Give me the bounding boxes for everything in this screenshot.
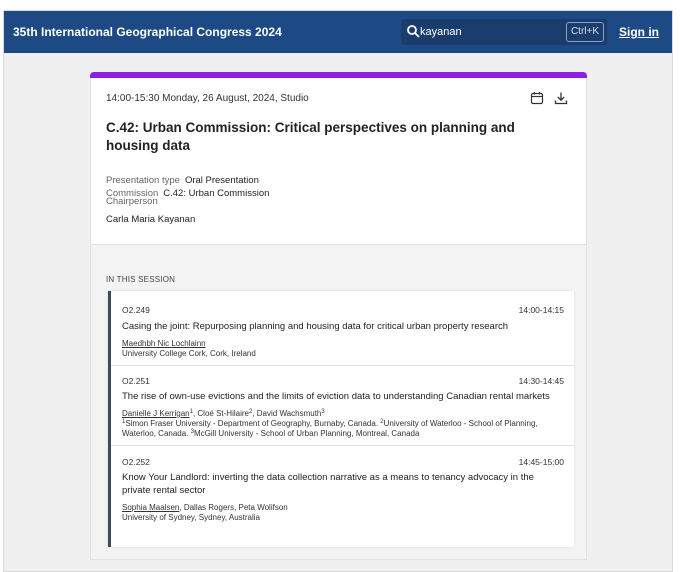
paper-title[interactable]: Casing the joint: Repurposing planning a… (122, 320, 562, 333)
presentation-type-label: Presentation type (106, 175, 180, 186)
presentation-type-row: Presentation type Oral Presentation (106, 175, 259, 186)
site-title[interactable]: 35th International Geographical Congress… (13, 25, 282, 39)
session-paper-list: O2.249 14:00-14:15 Casing the joint: Rep… (108, 291, 574, 547)
commission-value: C.42: Urban Commission (163, 188, 270, 199)
coauthor-names: , Dallas Rogers, Peta Wolifson (179, 503, 288, 512)
presenter-name[interactable]: Sophia Maalsen (122, 503, 179, 512)
author-name: David Wachsmuth (256, 409, 322, 418)
search-icon (407, 25, 420, 38)
chairperson-name: Carla Maria Kayanan (106, 214, 196, 225)
session-card: 14:00-15:30 Monday, 26 August, 2024, Stu… (90, 72, 587, 560)
presenter-name[interactable]: Maedhbh Nic Lochlainn (122, 339, 206, 348)
affiliation-marker: 3 (321, 409, 325, 415)
paper-authors: Sophia Maalsen, Dallas Rogers, Peta Woli… (122, 503, 562, 513)
affiliation-text: McGill University - School of Urban Plan… (193, 429, 420, 438)
paper-title[interactable]: The rise of own-use evictions and the li… (122, 390, 562, 403)
paper-code: O2.252 (122, 457, 150, 467)
sign-in-link[interactable]: Sign in (619, 25, 659, 39)
chairperson-label: Chairperson (106, 196, 158, 207)
calendar-icon[interactable] (530, 91, 544, 105)
affiliation-text: Simon Fraser University - Department of … (125, 419, 379, 428)
paper-item[interactable]: O2.252 14:45-15:00 Know Your Landlord: i… (111, 446, 574, 547)
top-bar: 35th International Geographical Congress… (4, 11, 672, 53)
paper-time: 14:45-15:00 (518, 457, 564, 467)
paper-code: O2.249 (122, 305, 150, 315)
paper-time: 14:00-14:15 (518, 305, 564, 315)
paper-item[interactable]: O2.251 14:30-14:45 The rise of own-use e… (111, 366, 574, 446)
paper-title[interactable]: Know Your Landlord: inverting the data c… (122, 471, 562, 497)
search-shortcut-badge: Ctrl+K (565, 22, 604, 42)
in-this-session-heading: IN THIS SESSION (106, 275, 176, 284)
paper-item[interactable]: O2.249 14:00-14:15 Casing the joint: Rep… (111, 291, 574, 366)
search-box[interactable]: Ctrl+K (401, 19, 607, 45)
session-datetime: 14:00-15:30 Monday, 26 August, 2024, Stu… (106, 93, 309, 104)
affiliation-marker: 1 (189, 409, 193, 415)
search-input[interactable] (420, 24, 560, 40)
paper-affiliation: University College Cork, Cork, Ireland (122, 349, 256, 358)
paper-authors: Maedhbh Nic Lochlainn (122, 339, 562, 349)
paper-authors: Danielle J Kerrigan1, Cloé St-Hilaire2, … (122, 409, 325, 418)
paper-time: 14:30-14:45 (518, 376, 564, 386)
author-name: Cloé St-Hilaire (197, 409, 249, 418)
paper-affiliation: 1Simon Fraser University - Department of… (122, 419, 562, 439)
session-title: C.42: Urban Commission: Critical perspec… (106, 120, 515, 153)
presentation-type-value: Oral Presentation (184, 175, 259, 186)
download-icon[interactable] (554, 91, 568, 105)
session-header: 14:00-15:30 Monday, 26 August, 2024, Stu… (91, 78, 586, 245)
paper-affiliation: University of Sydney, Sydney, Australia (122, 513, 260, 522)
paper-code: O2.251 (122, 376, 150, 386)
app-frame: 35th International Geographical Congress… (3, 10, 673, 572)
presenter-name[interactable]: Danielle J Kerrigan (122, 409, 190, 418)
affiliation-marker: 2 (248, 409, 253, 415)
